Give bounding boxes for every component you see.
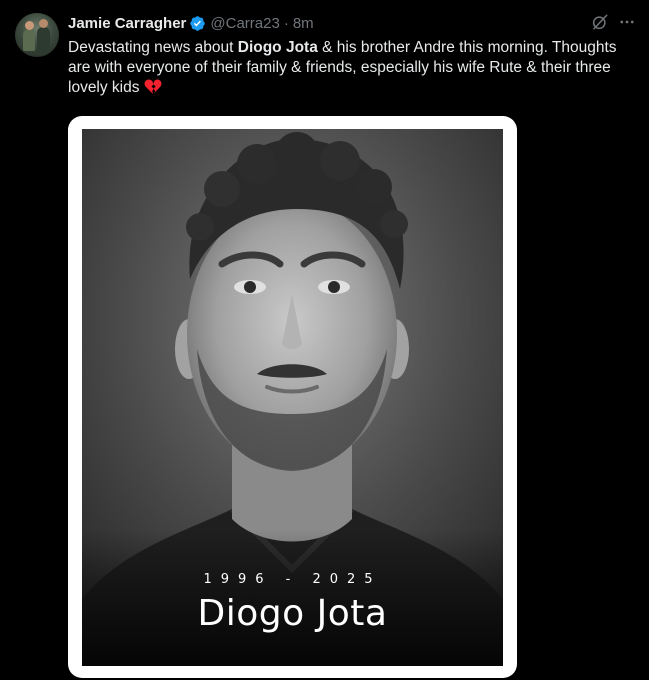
memorial-photo: 1996 - 2025 Diogo Jota xyxy=(82,129,503,666)
memorial-name: Diogo Jota xyxy=(197,593,388,634)
tweet-header: Jamie Carragher @Carra23 · 8m xyxy=(68,12,314,34)
more-icon[interactable] xyxy=(617,13,637,31)
memorial-years: 1996 - 2025 xyxy=(203,572,382,587)
avatar-figure xyxy=(25,21,34,30)
broken-heart-icon xyxy=(144,79,162,94)
tweet[interactable]: Jamie Carragher @Carra23 · 8m Devastatin… xyxy=(0,0,649,680)
avatar-figure xyxy=(23,29,35,51)
tweet-media[interactable]: 1996 - 2025 Diogo Jota xyxy=(68,116,517,678)
avatar[interactable] xyxy=(15,13,59,57)
author-handle[interactable]: @Carra23 xyxy=(210,15,279,32)
tweet-text: Devastating news about Diogo Jota & his … xyxy=(68,38,628,98)
author-name[interactable]: Jamie Carragher xyxy=(68,15,186,32)
grok-icon[interactable] xyxy=(591,13,609,31)
avatar-figure xyxy=(39,19,48,28)
separator-dot: · xyxy=(283,14,289,32)
timestamp[interactable]: 8m xyxy=(293,15,314,32)
mention-bold: Diogo Jota xyxy=(237,39,318,56)
avatar-figure xyxy=(37,27,50,53)
tweet-text-start: Devastating news about xyxy=(68,39,238,56)
verified-badge-icon xyxy=(190,15,206,31)
